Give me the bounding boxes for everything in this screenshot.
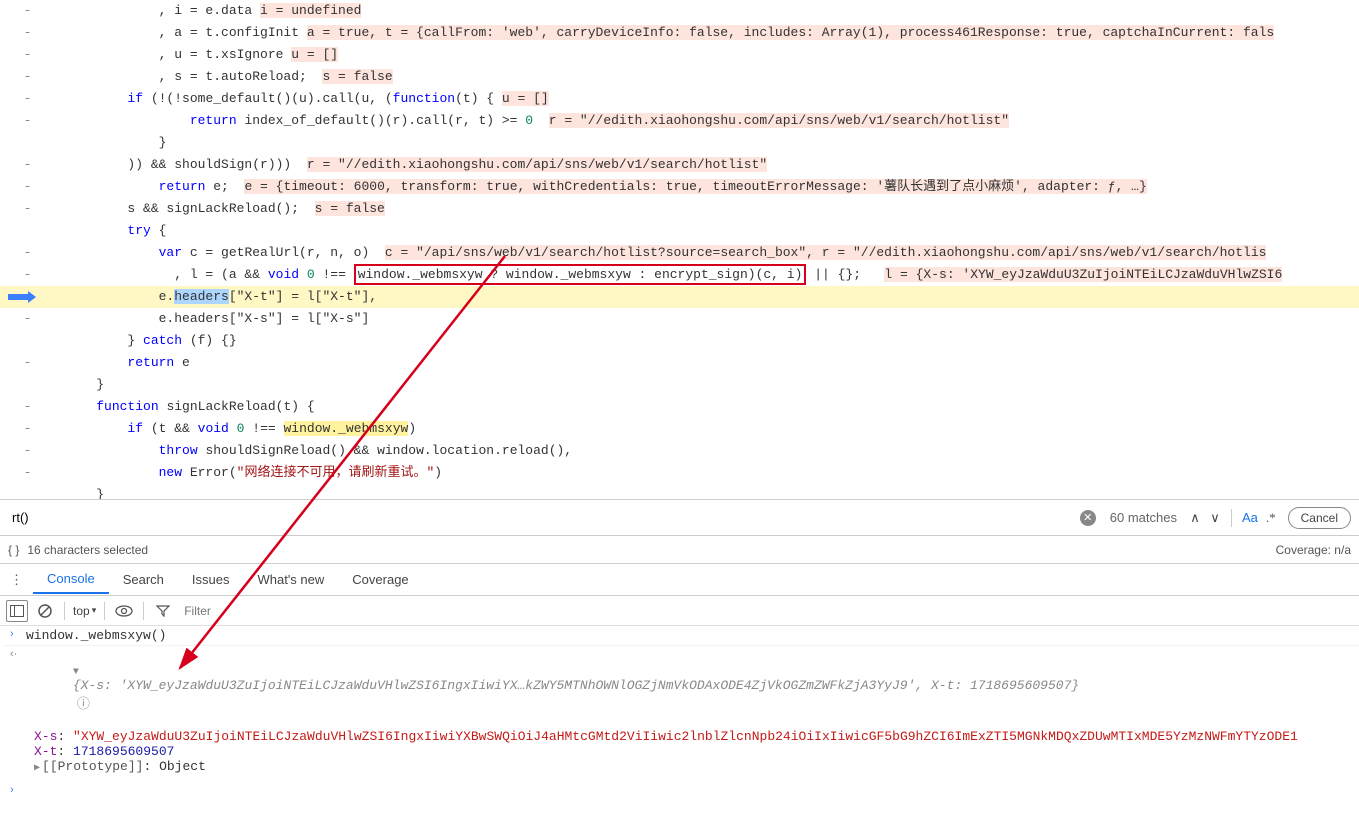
keyword: if	[127, 91, 143, 106]
clear-console-icon[interactable]	[34, 600, 56, 622]
case-sensitive-toggle[interactable]: Aa	[1242, 510, 1258, 525]
paused-line[interactable]: e.headers["X-t"] = l["X-t"],	[0, 286, 1359, 308]
object-property[interactable]: X-t: 1718695609507	[34, 744, 1359, 759]
highlighted-expression: window._webmsxyw ? window._webmsxyw : en…	[354, 264, 807, 285]
execution-pointer-icon	[0, 286, 55, 308]
code-text: , i = e.data	[65, 3, 260, 18]
tab-console[interactable]: Console	[33, 565, 109, 594]
filter-icon[interactable]	[152, 600, 174, 622]
prompt-icon: ›	[10, 628, 26, 640]
object-prototype[interactable]: ▶[[Prototype]]: Object	[34, 759, 1359, 774]
inline-value: r = "//edith.xiaohongshu.com/api/sns/web…	[549, 113, 1009, 128]
inline-value: e = {timeout: 6000, transform: true, wit…	[244, 179, 1146, 194]
status-bar: { } 16 characters selected Coverage: n/a	[0, 536, 1359, 564]
find-input[interactable]	[8, 506, 1074, 529]
expand-icon[interactable]: ▼	[73, 667, 79, 678]
console-output[interactable]: › window._webmsxyw() ‹· ▼ {X-s: 'XYW_eyJ…	[0, 626, 1359, 798]
search-match: window._webmsxyw	[284, 421, 409, 436]
inline-value: u = []	[291, 47, 338, 62]
coverage-status: Coverage: n/a	[1276, 543, 1351, 557]
inline-value: l = {X-s: 'XYW_eyJzaWduU3ZuIjoiNTEiLCJza…	[884, 267, 1282, 282]
regex-toggle[interactable]: .*	[1266, 510, 1276, 526]
selection-status: 16 characters selected	[27, 543, 148, 557]
keyword: return	[190, 113, 237, 128]
info-icon[interactable]: ⓘ	[77, 697, 90, 712]
inline-value: c = "/api/sns/web/v1/search/hotlist?sour…	[385, 245, 806, 260]
inline-value: s = false	[315, 201, 385, 216]
object-property[interactable]: X-s: "XYW_eyJzaWduU3ZuIjoiNTEiLCJzaWduVH…	[34, 729, 1359, 744]
object-preview[interactable]: {X-s: 'XYW_eyJzaWduU3ZuIjoiNTEiLCJzaWduV…	[73, 678, 1079, 693]
clear-icon[interactable]: ✕	[1080, 510, 1096, 526]
live-expression-icon[interactable]	[113, 600, 135, 622]
next-match-icon[interactable]: ∨	[1205, 510, 1225, 526]
filter-input[interactable]	[180, 602, 1353, 620]
inline-value: s = false	[322, 69, 392, 84]
console-input-echo: window._webmsxyw()	[26, 628, 1353, 643]
tab-search[interactable]: Search	[109, 566, 178, 593]
tab-coverage[interactable]: Coverage	[338, 566, 422, 593]
sidebar-toggle-icon[interactable]	[6, 600, 28, 622]
match-count: 60 matches	[1110, 510, 1177, 525]
prompt-icon: ›	[10, 784, 26, 796]
inline-value: i = undefined	[260, 3, 361, 18]
prev-match-icon[interactable]: ∧	[1185, 510, 1205, 526]
source-code-pane[interactable]: - , i = e.data i = undefined - , a = t.c…	[0, 0, 1359, 500]
more-tabs-icon[interactable]: ⋮	[0, 572, 33, 588]
inline-value: u = []	[502, 91, 549, 106]
drawer-tabs: ⋮ Console Search Issues What's new Cover…	[0, 564, 1359, 596]
gutter: -	[0, 0, 55, 22]
find-bar: ✕ 60 matches ∧ ∨ Aa .* Cancel	[0, 500, 1359, 536]
inline-value: a = true, t = {callFrom: 'web', carryDev…	[307, 25, 1274, 40]
cancel-button[interactable]: Cancel	[1288, 507, 1351, 529]
console-toolbar: top▾	[0, 596, 1359, 626]
pretty-print-icon[interactable]: { }	[8, 543, 19, 557]
context-selector[interactable]: top▾	[73, 604, 96, 618]
inline-value: r = "//edith.xiaohongshu.com/api/sns/web…	[307, 157, 767, 172]
expand-icon[interactable]: ▶	[34, 763, 40, 774]
tab-issues[interactable]: Issues	[178, 566, 244, 593]
tab-whatsnew[interactable]: What's new	[243, 566, 338, 593]
result-icon: ‹·	[10, 648, 26, 660]
selected-text: headers	[174, 289, 229, 304]
